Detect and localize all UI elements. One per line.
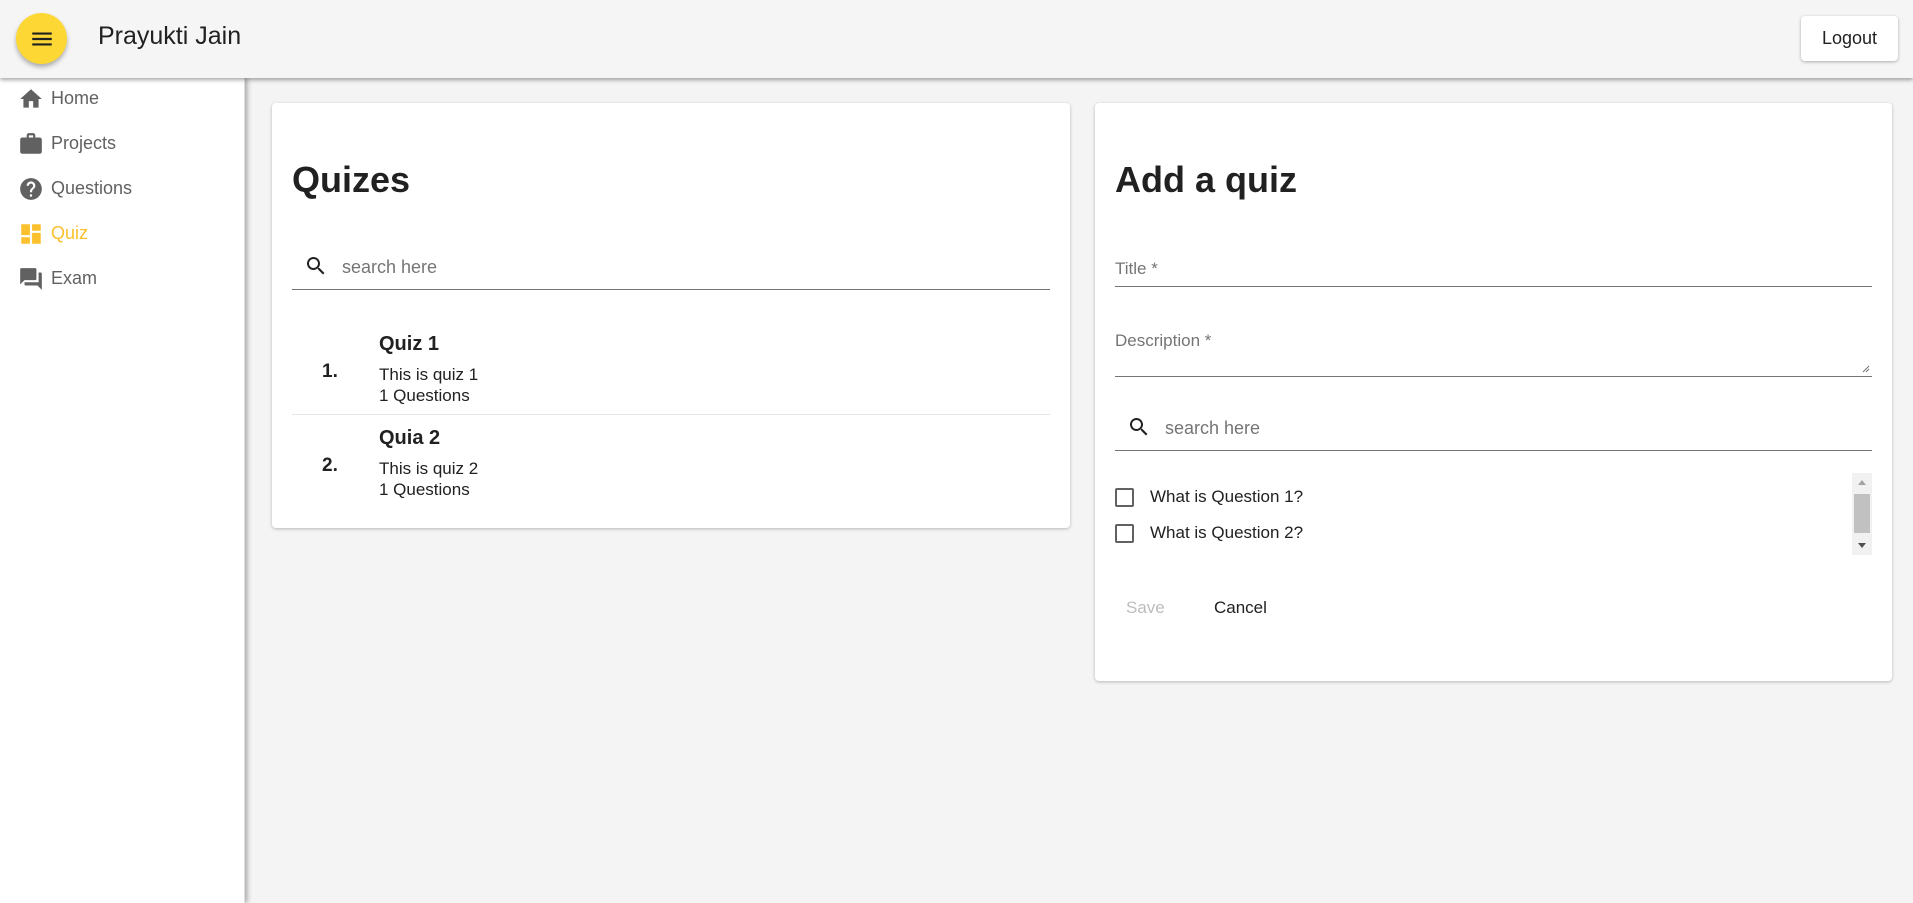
title-field[interactable]: Title * — [1115, 251, 1872, 287]
briefcase-icon — [20, 133, 42, 154]
sidebar: Home Projects Questions Quiz Exam — [0, 78, 245, 903]
sidebar-item-label: Quiz — [51, 223, 89, 243]
question-search — [1115, 405, 1872, 451]
quiz-list-item[interactable]: 1. Quiz 1 This is quiz 1 1 Questions — [292, 327, 1050, 421]
quiz-number: 2. — [322, 455, 338, 476]
user-name: Prayukti Jain — [98, 22, 242, 50]
top-app-bar: Prayukti Jain Logout — [0, 0, 1913, 78]
divider — [292, 414, 1050, 415]
quizzes-heading: Quizes — [292, 159, 411, 200]
sidebar-item-label: Home — [51, 88, 100, 108]
scroll-down-icon[interactable] — [1858, 543, 1866, 548]
scroll-up-icon[interactable] — [1858, 480, 1866, 485]
quiz-question-count: 1 Questions — [379, 386, 470, 405]
quiz-title: Quiz 1 — [379, 333, 440, 355]
title-field-label: Title * — [1115, 259, 1158, 278]
sidebar-item-label: Projects — [51, 133, 117, 153]
quiz-list-item[interactable]: 2. Quia 2 This is quiz 2 1 Questions — [292, 421, 1050, 515]
question-list: What is Question 1? What is Question 2? — [1115, 473, 1872, 555]
quiz-search — [292, 244, 1050, 290]
quiz-number: 1. — [322, 361, 338, 382]
menu-icon — [31, 32, 52, 45]
home-icon — [20, 89, 42, 108]
scrollbar-thumb[interactable] — [1854, 494, 1870, 533]
quiz-title: Quia 2 — [379, 427, 441, 449]
quiz-search-input[interactable] — [342, 252, 862, 282]
description-field-label: Description * — [1115, 331, 1212, 350]
add-quiz-heading: Add a quiz — [1115, 159, 1297, 200]
sidebar-item-quiz[interactable]: Quiz — [0, 213, 245, 253]
quizzes-card: Quizes 1. Quiz 1 This is quiz 1 1 Questi… — [272, 103, 1070, 528]
cancel-button[interactable]: Cancel — [1214, 598, 1267, 618]
forum-icon — [20, 268, 42, 290]
question-label: What is Question 2? — [1150, 523, 1304, 542]
question-checkbox[interactable] — [1115, 488, 1134, 507]
question-search-input[interactable] — [1165, 413, 1725, 443]
sidebar-item-projects[interactable]: Projects — [0, 123, 245, 163]
sidebar-item-exam[interactable]: Exam — [0, 258, 245, 298]
quiz-description: This is quiz 2 — [379, 459, 479, 478]
save-button[interactable]: Save — [1126, 598, 1165, 618]
question-list-scrollbar[interactable] — [1852, 473, 1872, 555]
add-quiz-card: Add a quiz Title * Description * What is… — [1095, 103, 1892, 681]
resize-handle-icon[interactable] — [1860, 363, 1870, 373]
dashboard-icon — [21, 224, 41, 244]
question-option[interactable]: What is Question 1? — [1115, 484, 1815, 514]
sidebar-item-label: Questions — [51, 178, 133, 198]
quiz-description: This is quiz 1 — [379, 365, 479, 384]
search-icon — [1130, 418, 1148, 436]
menu-button[interactable] — [16, 13, 67, 64]
sidebar-item-label: Exam — [51, 268, 98, 288]
help-circle-icon — [20, 178, 42, 200]
question-option[interactable]: What is Question 2? — [1115, 520, 1815, 550]
search-icon — [307, 257, 325, 275]
question-label: What is Question 1? — [1150, 487, 1304, 506]
sidebar-item-home[interactable]: Home — [0, 78, 245, 118]
question-checkbox[interactable] — [1115, 524, 1134, 543]
logout-button[interactable]: Logout — [1801, 16, 1898, 61]
quiz-question-count: 1 Questions — [379, 480, 470, 499]
description-field[interactable]: Description * — [1115, 323, 1872, 377]
sidebar-item-questions[interactable]: Questions — [0, 168, 245, 208]
